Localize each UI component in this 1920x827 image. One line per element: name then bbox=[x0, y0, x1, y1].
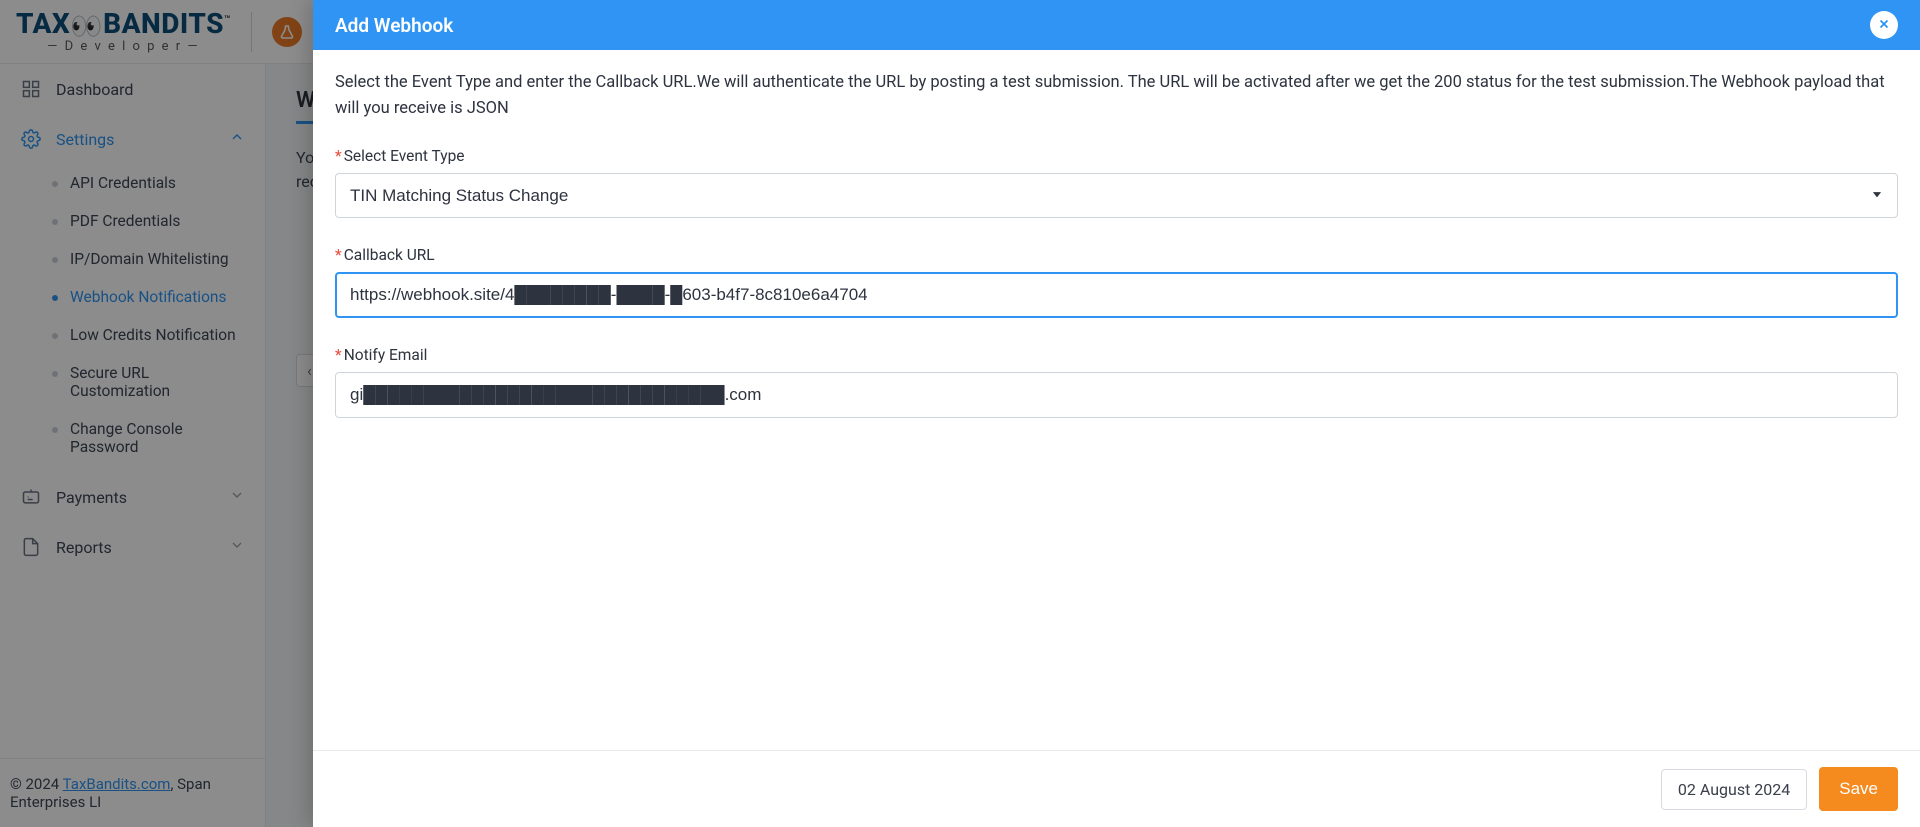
field-event-type: *Select Event Type TIN Matching Status C… bbox=[335, 147, 1898, 218]
notify-email-label: *Notify Email bbox=[335, 346, 1898, 364]
label-text: Select Event Type bbox=[344, 147, 465, 165]
callback-url-label: *Callback URL bbox=[335, 246, 1898, 264]
close-icon bbox=[1877, 16, 1891, 35]
modal-intro: Select the Event Type and enter the Call… bbox=[335, 70, 1898, 121]
event-type-select[interactable]: TIN Matching Status Change bbox=[335, 173, 1898, 218]
callback-url-input[interactable] bbox=[335, 272, 1898, 318]
modal-body: Select the Event Type and enter the Call… bbox=[313, 50, 1920, 750]
modal-overlay[interactable]: Add Webhook Select the Event Type and en… bbox=[0, 0, 1920, 827]
add-webhook-modal: Add Webhook Select the Event Type and en… bbox=[313, 0, 1920, 827]
modal-footer: 02 August 2024 Save bbox=[313, 750, 1920, 827]
modal-title: Add Webhook bbox=[335, 14, 453, 37]
save-button[interactable]: Save bbox=[1819, 767, 1898, 811]
notify-email-input[interactable] bbox=[335, 372, 1898, 418]
field-notify-email: *Notify Email bbox=[335, 346, 1898, 418]
field-callback-url: *Callback URL bbox=[335, 246, 1898, 318]
close-button[interactable] bbox=[1870, 11, 1898, 39]
event-type-label: *Select Event Type bbox=[335, 147, 1898, 165]
label-text: Callback URL bbox=[344, 246, 435, 264]
modal-header: Add Webhook bbox=[313, 0, 1920, 50]
date-chip: 02 August 2024 bbox=[1661, 769, 1807, 810]
label-text: Notify Email bbox=[344, 346, 428, 364]
